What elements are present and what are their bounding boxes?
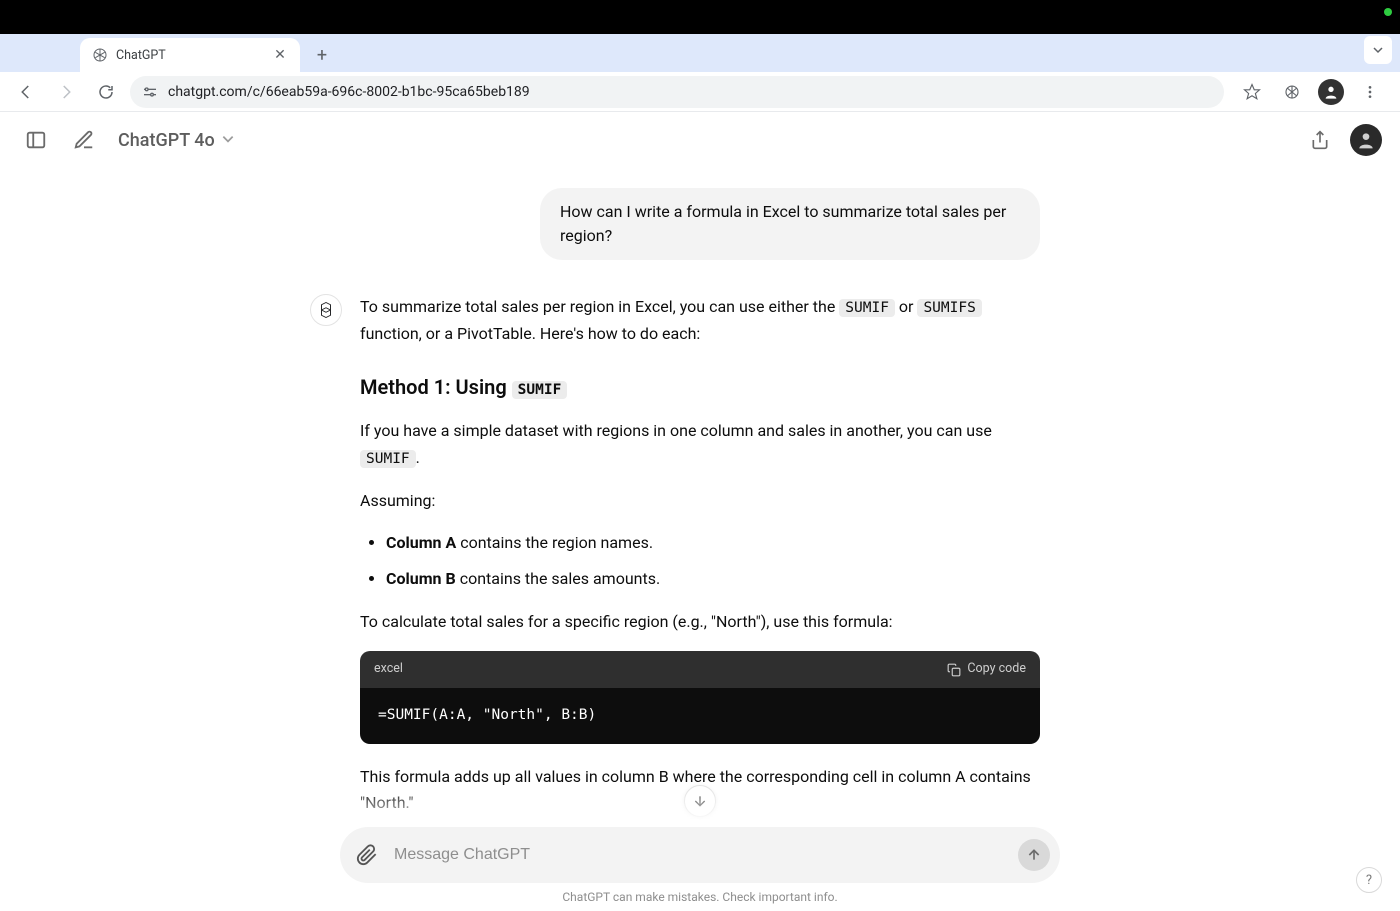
new-chat-button[interactable] [66, 122, 102, 158]
assistant-paragraph: Assuming: [360, 488, 1040, 514]
address-bar-row: chatgpt.com/c/66eab59a-696c-8002-b1bc-95… [0, 72, 1400, 112]
help-button[interactable]: ? [1356, 867, 1382, 893]
attach-file-button[interactable] [350, 838, 384, 872]
url-text: chatgpt.com/c/66eab59a-696c-8002-b1bc-95… [168, 84, 1212, 100]
chatgpt-favicon-icon [92, 47, 108, 63]
browser-menu-icon[interactable] [1356, 78, 1384, 106]
site-settings-icon[interactable] [142, 84, 158, 100]
scroll-to-bottom-button[interactable] [684, 785, 716, 817]
list-item: Column B contains the sales amounts. [386, 566, 1040, 592]
assistant-paragraph: If you have a simple dataset with region… [360, 418, 1040, 471]
user-message-bubble: How can I write a formula in Excel to su… [540, 188, 1040, 260]
toggle-sidebar-button[interactable] [18, 122, 54, 158]
copy-icon [947, 663, 961, 677]
browser-profile-avatar[interactable] [1318, 79, 1344, 105]
model-name: ChatGPT 4o [118, 130, 215, 151]
status-indicator-dot [1384, 8, 1392, 16]
assistant-paragraph: To summarize total sales per region in E… [360, 294, 1040, 347]
chevron-down-icon [221, 130, 235, 151]
assistant-avatar-icon [310, 294, 342, 326]
user-message-row: How can I write a formula in Excel to su… [360, 188, 1040, 260]
new-tab-button[interactable]: + [308, 41, 336, 69]
inline-code: SUMIF [360, 450, 416, 468]
assistant-message-row: To summarize total sales per region in E… [360, 294, 1040, 827]
tabs-dropdown-button[interactable] [1364, 36, 1392, 64]
forward-button[interactable] [50, 76, 82, 108]
method-heading: Method 1: Using SUMIF [360, 371, 1040, 404]
list-item: Column A contains the region names. [386, 530, 1040, 556]
disclaimer-text: ChatGPT can make mistakes. Check importa… [0, 883, 1400, 911]
message-input-bar [340, 827, 1060, 883]
os-top-bar [0, 0, 1400, 34]
app-header: ChatGPT 4o [0, 112, 1400, 168]
close-tab-icon[interactable]: ✕ [272, 47, 288, 63]
extension-icon[interactable] [1278, 78, 1306, 106]
conversation: How can I write a formula in Excel to su… [340, 168, 1060, 827]
user-avatar[interactable] [1350, 124, 1382, 156]
back-button[interactable] [10, 76, 42, 108]
bookmark-star-icon[interactable] [1238, 78, 1266, 106]
reload-button[interactable] [90, 76, 122, 108]
inline-code: SUMIFS [917, 299, 981, 317]
inline-code: SUMIF [512, 381, 568, 399]
code-language-label: excel [374, 659, 403, 680]
assistant-content: To summarize total sales per region in E… [360, 294, 1040, 827]
message-input[interactable] [394, 846, 1008, 864]
browser-chrome: ChatGPT ✕ + chatgpt.com/c/66eab59a-696c-… [0, 34, 1400, 112]
inline-code: SUMIF [839, 299, 895, 317]
model-selector[interactable]: ChatGPT 4o [118, 130, 235, 151]
code-block: excel Copy code =SUMIF(A:A, "North", B:B… [360, 651, 1040, 744]
copy-code-button[interactable]: Copy code [947, 659, 1026, 680]
input-bar-wrap [0, 827, 1400, 883]
share-button[interactable] [1302, 122, 1338, 158]
bullet-list: Column A contains the region names. Colu… [360, 530, 1040, 593]
address-actions [1232, 78, 1390, 106]
send-button[interactable] [1018, 839, 1050, 871]
tab-title: ChatGPT [116, 48, 264, 63]
assistant-paragraph: To calculate total sales for a specific … [360, 609, 1040, 635]
browser-tab[interactable]: ChatGPT ✕ [80, 38, 300, 72]
code-header: excel Copy code [360, 651, 1040, 688]
tab-strip: ChatGPT ✕ + [0, 34, 1400, 72]
code-body: =SUMIF(A:A, "North", B:B) [360, 688, 1040, 744]
conversation-scroll-area[interactable]: How can I write a formula in Excel to su… [0, 168, 1400, 827]
address-bar[interactable]: chatgpt.com/c/66eab59a-696c-8002-b1bc-95… [130, 76, 1224, 108]
